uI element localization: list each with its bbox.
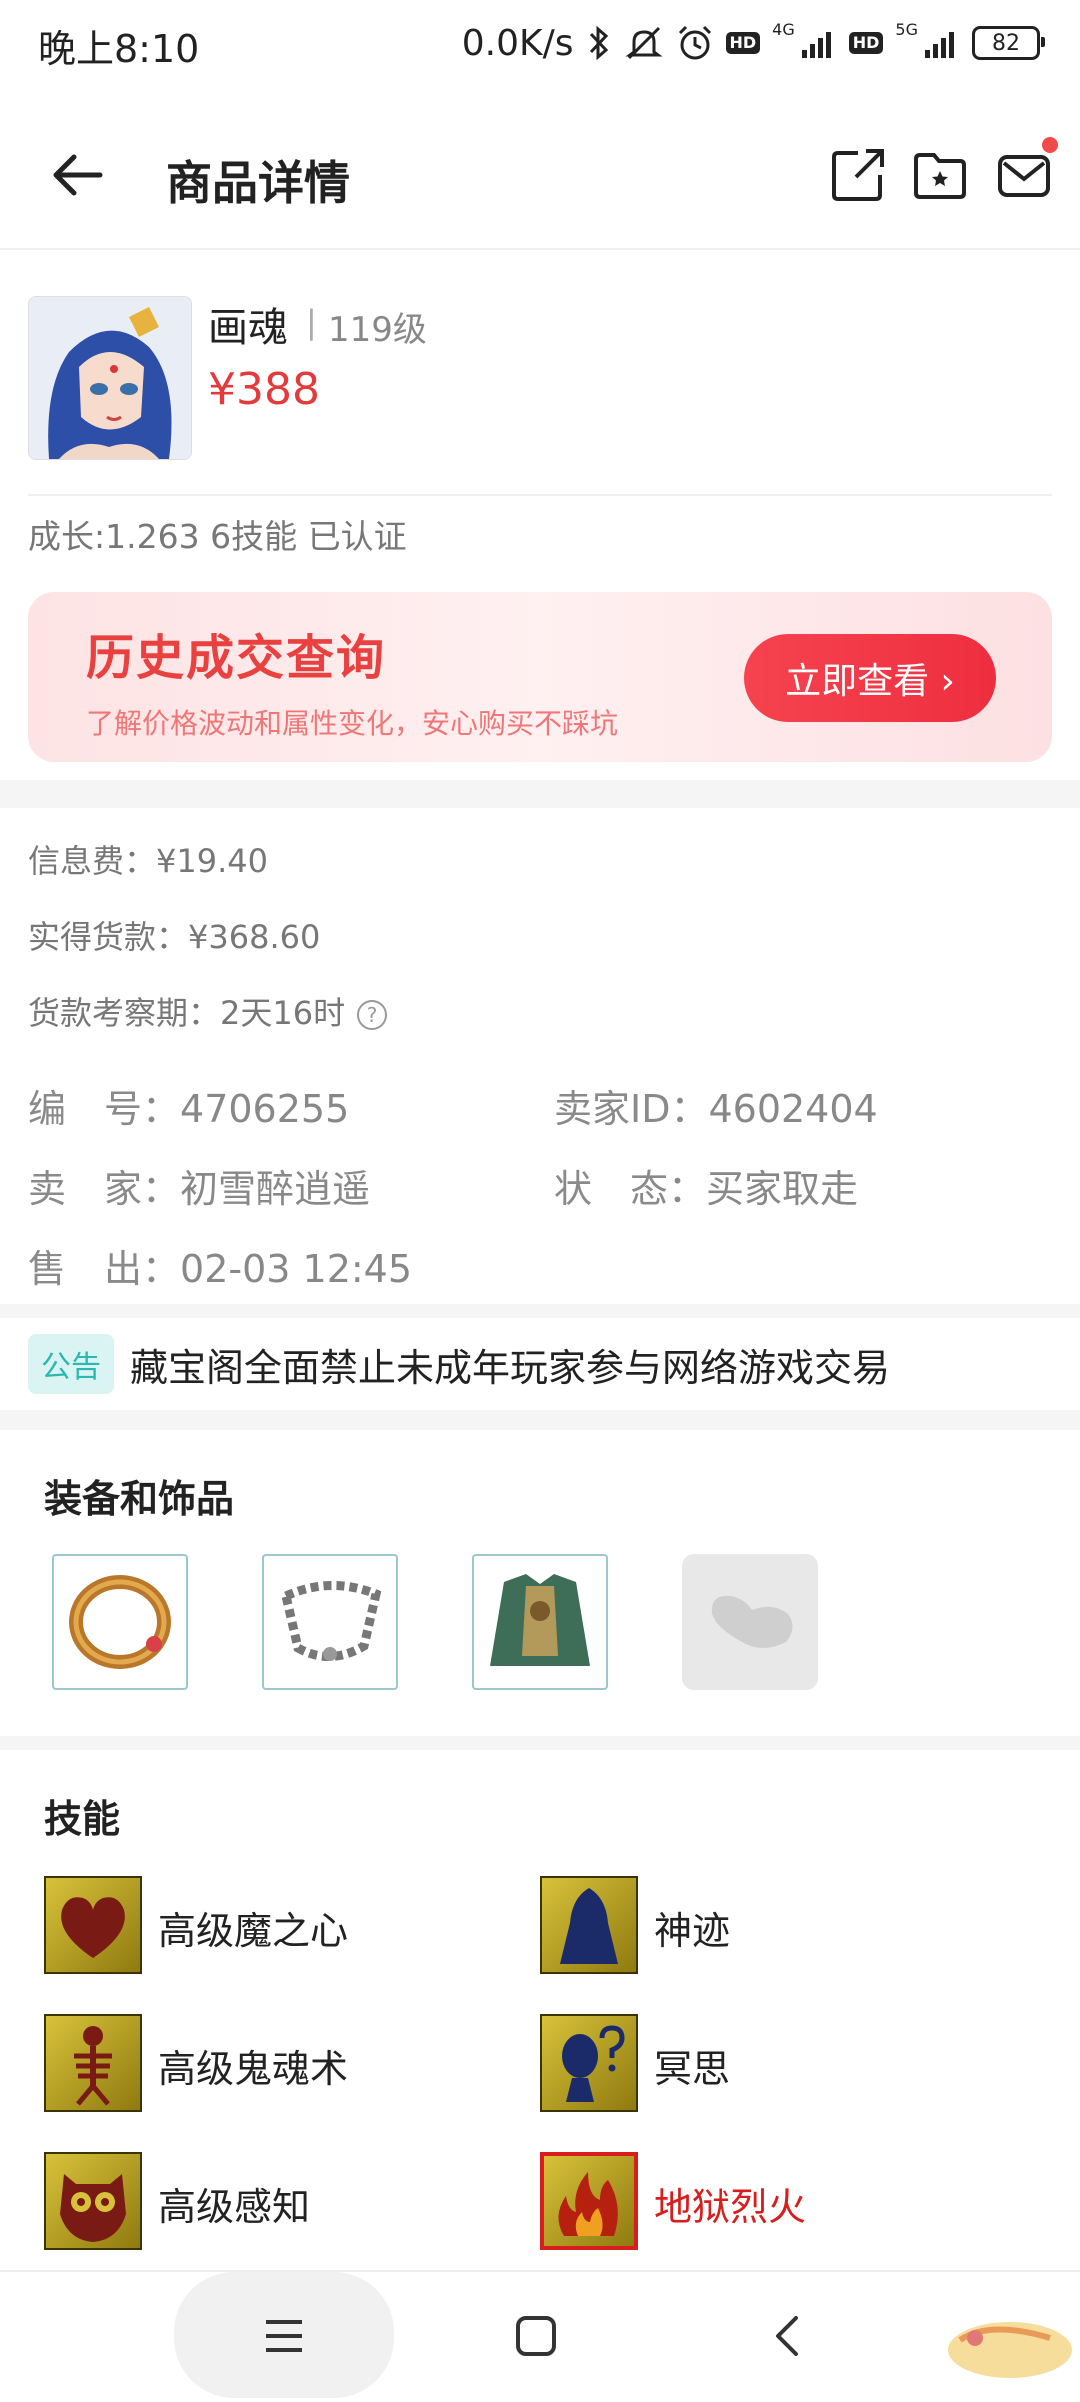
sold-time: 售 出：02-03 12:45 bbox=[28, 1238, 412, 1293]
product-divider bbox=[28, 494, 1052, 496]
character-avatar[interactable] bbox=[28, 296, 192, 460]
review-period: 货款考察期：2天16时? bbox=[28, 988, 388, 1034]
banner-title: 历史成交查询 bbox=[86, 630, 387, 686]
skill-name-6: 地狱烈火 bbox=[654, 2185, 807, 2229]
network-speed: 0.0K/s bbox=[461, 22, 574, 64]
notice-text[interactable]: 藏宝阁全面禁止未成年玩家参与网络游戏交易 bbox=[130, 1337, 890, 1392]
seller-label: 卖 家： bbox=[28, 1167, 181, 1211]
section-gap-4 bbox=[0, 1736, 1080, 1750]
battery-icon: 82 bbox=[972, 26, 1045, 60]
sold-value: 02-03 12:45 bbox=[180, 1247, 413, 1291]
product-level: 119级 bbox=[328, 310, 427, 350]
page-title: 商品详情 bbox=[166, 156, 350, 210]
skills-title: 技能 bbox=[44, 1797, 121, 1841]
status-label: 状 态： bbox=[554, 1167, 707, 1211]
product-attributes: 成长:1.263 6技能 已认证 bbox=[28, 517, 407, 556]
seller-id-value: 4602404 bbox=[708, 1087, 878, 1131]
hd-icon-2: HD bbox=[848, 32, 884, 54]
seller: 卖 家：初雪醉逍遥 bbox=[28, 1158, 370, 1213]
favorite-folder-icon[interactable] bbox=[912, 147, 968, 203]
order-status: 状 态：买家取走 bbox=[554, 1158, 858, 1213]
seller-id-label: 卖家ID： bbox=[554, 1087, 709, 1131]
signal-icon bbox=[801, 28, 837, 58]
game-logo-watermark bbox=[930, 2200, 1080, 2390]
home-icon[interactable] bbox=[506, 2306, 566, 2366]
info-fee: 信息费：¥19.40 bbox=[28, 842, 268, 880]
system-navigation-bar bbox=[0, 2270, 1080, 2402]
status-value: 买家取走 bbox=[706, 1167, 859, 1211]
actual-payment: 实得货款：¥368.60 bbox=[28, 918, 321, 956]
skill-name-5: 高级感知 bbox=[158, 2185, 311, 2229]
view-now-button[interactable]: 立即查看 › bbox=[744, 634, 996, 722]
robe-skill-icon[interactable] bbox=[540, 1876, 638, 1974]
status-bar: 晚上8:10 0.0K/s HD 4G HD 5G 82 bbox=[0, 0, 1080, 90]
network-type-2: 5G bbox=[895, 19, 918, 39]
hd-icon: HD bbox=[725, 32, 761, 54]
banner-subtitle: 了解价格波动和属性变化，安心购买不踩坑 bbox=[86, 707, 619, 740]
skill-name-4: 冥思 bbox=[654, 2047, 731, 2091]
status-time: 晚上8:10 bbox=[38, 27, 200, 71]
skill-name-2: 神迹 bbox=[654, 1909, 731, 1953]
order-number-value: 4706255 bbox=[180, 1087, 350, 1131]
message-icon[interactable] bbox=[996, 147, 1052, 203]
bluetooth-icon bbox=[586, 24, 612, 62]
section-gap-2 bbox=[0, 1304, 1080, 1318]
heart-skill-icon[interactable] bbox=[44, 1876, 142, 1974]
back-arrow-icon[interactable] bbox=[48, 145, 108, 205]
section-gap bbox=[0, 780, 1080, 808]
product-name: 画魂 bbox=[208, 305, 288, 351]
battery-level: 82 bbox=[992, 30, 1020, 56]
order-number: 编 号：4706255 bbox=[28, 1078, 349, 1133]
review-period-text: 货款考察期：2天16时 bbox=[28, 994, 346, 1032]
owl-skill-icon[interactable] bbox=[44, 2152, 142, 2250]
share-icon[interactable] bbox=[830, 147, 886, 203]
armor-equipment-icon[interactable] bbox=[472, 1554, 608, 1690]
signal-icon-2 bbox=[924, 28, 960, 58]
fire-skill-icon[interactable] bbox=[540, 2152, 638, 2250]
sold-label: 售 出： bbox=[28, 1247, 181, 1291]
meditation-skill-icon[interactable] bbox=[540, 2014, 638, 2112]
network-type-1: 4G bbox=[772, 19, 795, 39]
notification-dot bbox=[1042, 137, 1058, 153]
status-icons: 0.0K/s HD 4G HD 5G 82 bbox=[461, 18, 1045, 68]
alarm-icon bbox=[676, 24, 714, 62]
skeleton-skill-icon[interactable] bbox=[44, 2014, 142, 2112]
help-icon[interactable]: ? bbox=[357, 1000, 388, 1030]
necklace-equipment-icon[interactable] bbox=[262, 1554, 398, 1690]
seller-value: 初雪醉逍遥 bbox=[180, 1167, 371, 1211]
empty-slot-icon bbox=[682, 1554, 818, 1690]
notice-tag: 公告 bbox=[28, 1334, 114, 1394]
skill-name-3: 高级鬼魂术 bbox=[158, 2047, 349, 2091]
header-divider bbox=[0, 248, 1080, 250]
ring-equipment-icon[interactable] bbox=[52, 1554, 188, 1690]
history-trade-banner[interactable]: 历史成交查询 了解价格波动和属性变化，安心购买不踩坑 立即查看 › bbox=[28, 592, 1052, 762]
mute-icon bbox=[624, 24, 664, 62]
equipment-title: 装备和饰品 bbox=[44, 1477, 235, 1521]
product-price: ¥388 bbox=[208, 364, 320, 415]
skill-name-1: 高级魔之心 bbox=[158, 1909, 349, 1953]
name-level-separator: | bbox=[306, 303, 317, 341]
back-nav-icon[interactable] bbox=[758, 2306, 818, 2366]
top-app-bar: 商品详情 bbox=[0, 115, 1080, 235]
section-gap-3 bbox=[0, 1410, 1080, 1430]
menu-icon[interactable] bbox=[254, 2306, 314, 2366]
order-number-label: 编 号： bbox=[28, 1087, 181, 1131]
seller-id: 卖家ID：4602404 bbox=[554, 1078, 878, 1133]
